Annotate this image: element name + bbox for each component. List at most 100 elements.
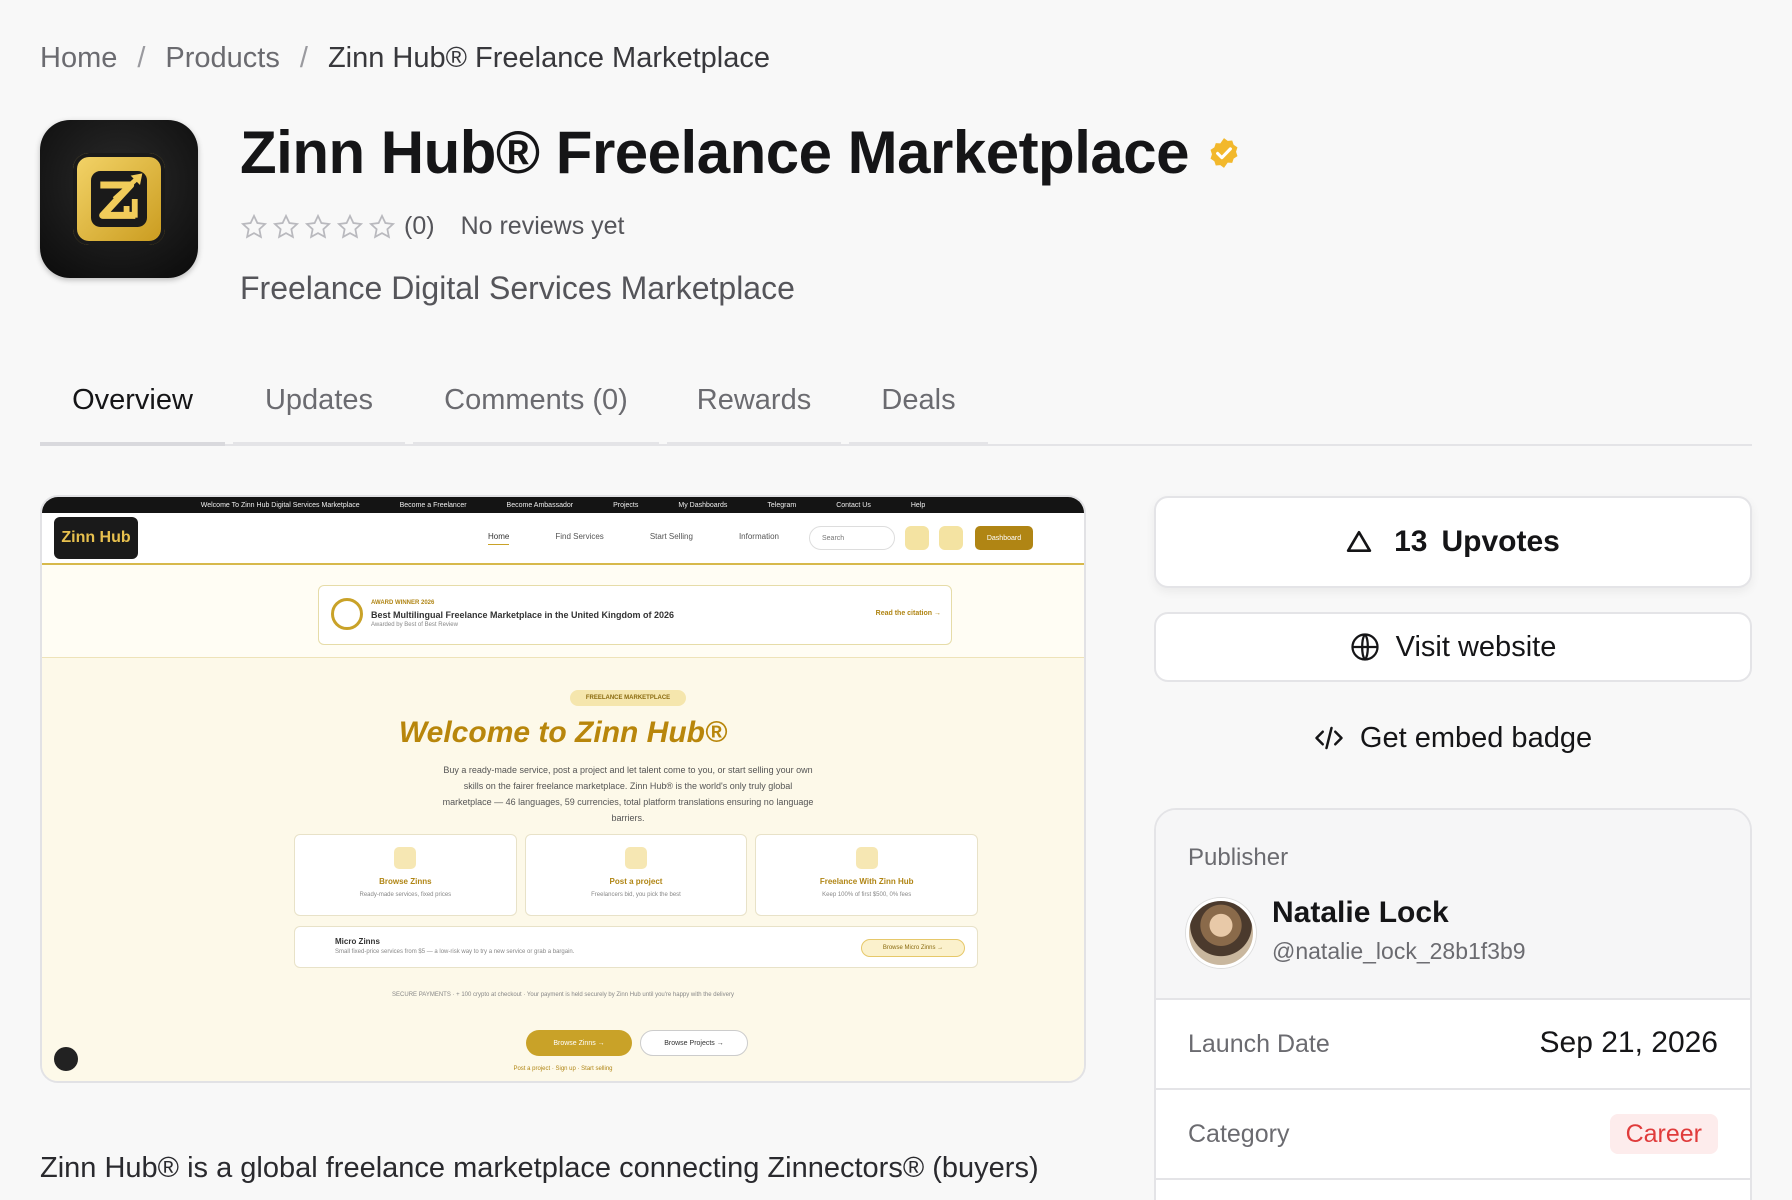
publisher-label: Publisher [1188,844,1289,871]
preview-card-title: Freelance With Zinn Hub [819,877,914,886]
preview-menu-item: Find Services [555,531,604,541]
tab-label: Comments (0) [444,384,628,416]
preview-payments: SECURE PAYMENTS · + 100 crypto at checko… [392,992,734,998]
preview-topbar: Welcome To Zinn Hub Digital Services Mar… [42,497,1084,513]
breadcrumb-separator: / [137,42,146,74]
preview-card-sub: Keep 100% of first $500, 0% fees [822,892,912,898]
preview-card-sub: Ready-made services, fixed prices [359,892,452,898]
embed-badge-label: Get embed badge [1359,721,1593,754]
rating-count: (0) [404,212,435,240]
preview-currency-icon [904,526,929,550]
tab-rewards[interactable]: Rewards [667,372,841,446]
tab-updates[interactable]: Updates [233,372,405,446]
preview-topbar-item: Projects [613,501,639,509]
preview-menu-item: Home [488,532,510,545]
tab-label: Updates [264,384,373,416]
tab-label: Rewards [696,384,812,416]
tab-comments[interactable]: Comments (0) [413,372,659,446]
product-screenshot[interactable]: Welcome To Zinn Hub Digital Services Mar… [40,495,1086,1083]
category-label: Category [1188,1120,1290,1148]
upvote-button[interactable]: 13 Upvotes [1154,496,1752,588]
product-tagline: Freelance Digital Services Marketplace [240,270,795,306]
preview-card: Post a project Freelancers bid, you pick… [524,834,748,916]
launch-date-value: Sep 21, 2026 [1539,1026,1719,1059]
star-icon [272,213,300,239]
tab-overview[interactable]: Overview [40,372,225,446]
preview-card-title: Browse Zinns [379,877,432,886]
preview-micro-title: Micro Zinns [335,937,380,946]
preview-topbar-item: Help [910,501,926,509]
preview-chip: FREELANCE MARKETPLACE [570,690,686,706]
preview-topbar-item: My Dashboards [678,501,728,509]
visit-website-label: Visit website [1395,630,1557,663]
preview-award-by: Awarded by Best of Best Review [371,622,458,628]
preview-browse-projects-button: Browse Projects → [640,1030,748,1056]
visit-website-button[interactable]: Visit website [1154,612,1752,682]
preview-browse-zinns-button: Browse Zinns → [526,1030,632,1056]
preview-award-label: AWARD WINNER 2026 [371,600,435,606]
preview-card-title: Post a project [609,877,663,886]
preview-cards: Browse Zinns Ready-made services, fixed … [294,834,979,916]
code-icon [1315,726,1343,750]
dollar-icon [855,847,878,869]
preview-paragraph: Buy a ready-made service, post a project… [442,765,814,823]
avatar[interactable] [1186,898,1256,968]
preview-topbar-item: Contact Us [836,501,871,509]
preview-card-sub: Freelancers bid, you pick the best [591,892,681,898]
tab-bar: Overview Updates Comments (0) Rewards De… [40,372,1752,446]
product-logo [40,120,198,278]
preview-award-banner: AWARD WINNER 2026 Best Multilingual Free… [318,585,952,645]
preview-topbar-item: Become a Freelancer [399,501,467,509]
preview-micro-zinns: Micro Zinns Small fixed-price services f… [294,926,978,968]
category-badge[interactable]: Career [1609,1114,1718,1154]
category-row: Category Career [1156,1090,1750,1180]
preview-globe-icon [938,526,963,550]
globe-icon [1351,633,1379,661]
launch-date-row: Launch Date Sep 21, 2026 [1156,1000,1750,1090]
preview-card: Freelance With Zinn Hub Keep 100% of fir… [755,834,979,916]
preview-dashboard-button: Dashboard [974,526,1033,550]
title-row: Zinn Hub® Freelance Marketplace [240,118,1241,187]
preview-buttons: Browse Zinns → Browse Projects → [526,1030,748,1056]
preview-topbar-item: Welcome To Zinn Hub Digital Services Mar… [200,501,360,509]
page-title: Zinn Hub® Freelance Marketplace [240,119,1189,186]
preview-menu-item: Information [738,531,779,541]
preview-award-title: Best Multilingual Freelance Marketplace … [371,610,675,620]
publisher-section: Publisher Natalie Lock @natalie_lock_28b… [1156,810,1750,1000]
star-rating [240,213,396,241]
verified-badge-icon [1210,137,1238,168]
breadcrumb-products[interactable]: Products [165,42,279,75]
tab-label: Deals [881,384,956,416]
preview-links: Post a project · Sign up · Start selling [513,1066,613,1072]
chart-arrow-icon [73,153,165,245]
tab-label: Overview [72,384,193,416]
document-icon [625,847,647,869]
breadcrumb-home[interactable]: Home [40,42,117,75]
star-icon [240,213,268,239]
preview-search: Search [808,526,895,550]
star-icon [304,213,332,239]
preview-topbar-item: Become Ambassador [506,501,574,509]
preview-logo: Zinn Hub [54,517,138,559]
breadcrumb: Home / Products / Zinn Hub® Freelance Ma… [40,42,770,75]
breadcrumb-current: Zinn Hub® Freelance Marketplace [327,42,771,74]
product-info-card: Publisher Natalie Lock @natalie_lock_28b… [1154,808,1752,1200]
product-description: Zinn Hub® is a global freelance marketpl… [40,1152,1039,1184]
tab-deals[interactable]: Deals [849,372,988,446]
bell-icon [54,1047,78,1071]
star-icon [336,213,364,239]
preview-hero: FREELANCE MARKETPLACE Welcome to Zinn Hu… [42,657,1084,1081]
triangle-up-icon [1346,530,1372,553]
upvote-count: 13 [1394,525,1428,558]
preview-menu: Home Find Services Start Selling Informa… [488,532,779,545]
rating-row: (0) No reviews yet [240,212,625,241]
cart-icon [394,847,417,869]
upvote-label: Upvotes [1441,525,1560,558]
launch-date-label: Launch Date [1188,1030,1330,1058]
medal-icon [331,598,363,630]
preview-heading: Welcome to Zinn Hub® [398,716,728,749]
preview-menu-item: Start Selling [649,531,693,541]
rating-text: No reviews yet [460,212,625,240]
publisher-name[interactable]: Natalie Lock [1272,896,1449,930]
embed-badge-button[interactable]: Get embed badge [1154,708,1752,768]
